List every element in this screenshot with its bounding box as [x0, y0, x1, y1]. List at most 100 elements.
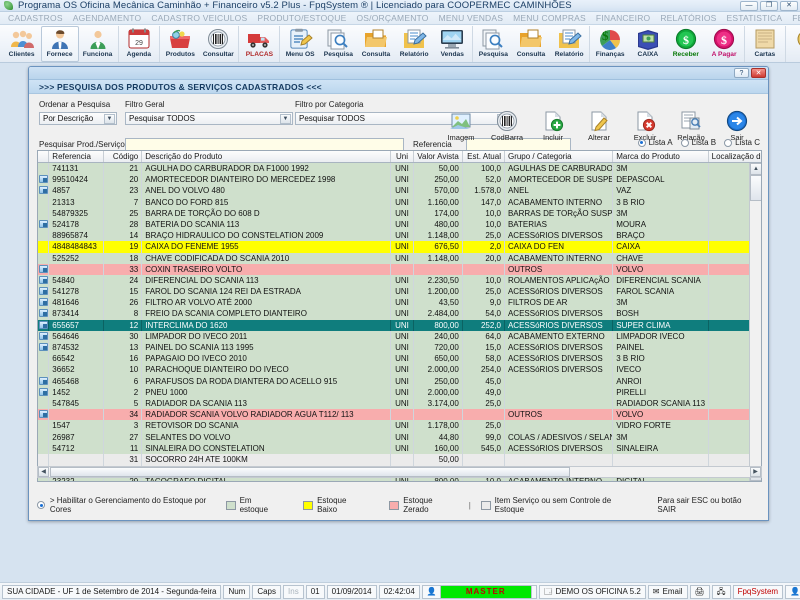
grid-column-header-0[interactable]	[38, 151, 49, 162]
table-row[interactable]: 54127815FAROL DO SCANIA 124 REI DA ESTRA…	[38, 286, 761, 297]
status-network-cell[interactable]: 🖧	[712, 585, 731, 599]
expand-icon[interactable]	[39, 332, 48, 340]
radio-dot[interactable]	[638, 139, 646, 147]
expand-icon[interactable]	[39, 186, 48, 194]
row-detail-icon[interactable]	[38, 331, 49, 342]
expand-icon[interactable]	[39, 343, 48, 351]
status-printer-cell[interactable]: 🖨	[690, 585, 710, 599]
table-row[interactable]: 213137BANCO DO FORD 815UNI1.160,00147,0A…	[38, 197, 761, 208]
menu-item-financeiro[interactable]: FINANCEIRO	[591, 13, 655, 23]
grid-column-header-3[interactable]: Descrição do Produto	[142, 151, 391, 162]
close-button[interactable]: ✕	[780, 1, 798, 11]
toolbar-button-agenda[interactable]: 29Agenda	[120, 26, 158, 62]
row-detail-icon[interactable]	[38, 308, 49, 319]
dialog-button-alterar[interactable]: Alterar	[576, 110, 622, 142]
grid-column-header-9[interactable]: Localização do P	[709, 151, 761, 162]
grid-column-header-1[interactable]: Referencia	[49, 151, 103, 162]
general-filter-combo[interactable]: Pesquisar TODOS ▼	[125, 112, 293, 125]
row-detail-icon[interactable]	[38, 376, 49, 387]
scroll-left-button[interactable]: ◀	[38, 467, 49, 477]
table-row[interactable]: 74113121AGULHA DO CARBURADOR DA F1000 19…	[38, 163, 761, 174]
grid-column-header-5[interactable]: Valor Avista	[414, 151, 463, 162]
toolbar-button-coin-icon[interactable]: $	[787, 26, 800, 62]
toolbar-button-a-pagar[interactable]: $A Pagar	[705, 26, 743, 62]
table-row[interactable]: 34RADIADOR SCANIA VOLVO RADIADOR AGUA T1…	[38, 409, 761, 420]
menu-item-menu-compras[interactable]: MENU COMPRAS	[508, 13, 591, 23]
expand-icon[interactable]	[39, 298, 48, 306]
menu-item-ferramentas[interactable]: FERRAMENTAS	[787, 13, 800, 23]
radio-lista-b[interactable]: Lista B	[681, 138, 716, 147]
minimize-button[interactable]: —	[740, 1, 758, 11]
row-detail-icon[interactable]	[38, 409, 49, 420]
radio-lista-c[interactable]: Lista C	[724, 138, 760, 147]
toolbar-button-funciona[interactable]: Funciona	[79, 26, 117, 62]
row-detail-icon[interactable]	[38, 320, 49, 331]
table-row[interactable]: 8896587414BRAÇO HIDRAULICO DO CONSTELATI…	[38, 230, 761, 241]
row-detail-icon[interactable]	[38, 174, 49, 185]
dialog-button-incluir[interactable]: Incluir	[530, 110, 576, 142]
horizontal-scroll-thumb[interactable]	[50, 467, 570, 477]
scroll-right-button[interactable]: ▶	[750, 467, 761, 477]
expand-icon[interactable]	[39, 309, 48, 317]
dialog-help-button[interactable]: ?	[734, 68, 749, 78]
menu-item-os-or-amento[interactable]: OS/ORÇAMENTO	[351, 13, 433, 23]
vertical-scroll-thumb[interactable]	[750, 175, 762, 201]
dialog-button-imagem[interactable]: Imagem	[438, 110, 484, 142]
enable-color-management-radio[interactable]	[37, 501, 45, 509]
row-detail-icon[interactable]	[38, 297, 49, 308]
expand-icon[interactable]	[39, 265, 48, 273]
table-row[interactable]: 65565712INTERCLIMA DO 1620UNI800,00252,0…	[38, 320, 761, 331]
table-row[interactable]: 485723ANEL DO VOLVO 480UNI570,001.578,0A…	[38, 185, 761, 196]
expand-icon[interactable]	[39, 388, 48, 396]
table-row[interactable]: 31SOCORRO 24H ATE 100KM50,00	[38, 454, 761, 465]
chevron-down-icon[interactable]: ▼	[104, 114, 115, 124]
grid-column-header-2[interactable]: Código	[104, 151, 143, 162]
table-row[interactable]: 15473RETOVISOR DO SCANIAUNI1.178,0025,0V…	[38, 420, 761, 431]
table-row[interactable]: 48164626FILTRO AR VOLVO ATÉ 2000UNI43,50…	[38, 297, 761, 308]
grid-column-header-6[interactable]: Est. Atual	[463, 151, 505, 162]
table-row[interactable]: 4654686PARAFUSOS DA RODA DIANTERA DO ACE…	[38, 376, 761, 387]
table-row[interactable]: 6654216PAPAGAIO DO IVECO 2010UNI650,0058…	[38, 353, 761, 364]
restore-button[interactable]: ❐	[760, 1, 778, 11]
expand-icon[interactable]	[39, 377, 48, 385]
toolbar-button-fornece[interactable]: Fornece	[41, 26, 79, 62]
table-row[interactable]: 2698727SELANTES DO VOLVOUNI44,8099,0COLA…	[38, 432, 761, 443]
order-combo[interactable]: Por Descrição ▼	[39, 112, 117, 125]
toolbar-button-consulta[interactable]: Consulta	[357, 26, 395, 62]
table-row[interactable]: 14522PNEU 1000UNI2.000,0049,0PIRELLI	[38, 387, 761, 398]
table-row[interactable]: 52417828BATERIA DO SCANIA 113UNI480,0010…	[38, 219, 761, 230]
toolbar-button-pesquisa[interactable]: Pesquisa	[474, 26, 512, 62]
menu-item-menu-vendas[interactable]: MENU VENDAS	[434, 13, 509, 23]
toolbar-button-relat-rio[interactable]: Relatório	[550, 26, 588, 62]
table-row[interactable]: 33COXIN TRASEIRO VOLTOOUTROSVOLVO	[38, 264, 761, 275]
table-row[interactable]: 8734148FREIO DA SCANIA COMPLETO DIANTEIR…	[38, 308, 761, 319]
row-detail-icon[interactable]	[38, 275, 49, 286]
table-row[interactable]: 5471211SINALEIRA DO CONSTELATIONUNI160,0…	[38, 443, 761, 454]
radio-dot[interactable]	[724, 139, 732, 147]
expand-icon[interactable]	[39, 175, 48, 183]
expand-icon[interactable]	[39, 220, 48, 228]
expand-icon[interactable]	[39, 410, 48, 418]
toolbar-button-produtos[interactable]: Produtos	[161, 26, 199, 62]
radio-dot[interactable]	[681, 139, 689, 147]
toolbar-button-clientes[interactable]: Clientes	[3, 26, 41, 62]
table-row[interactable]: 484848484319CAIXA DO FENEME 1955UNI676,5…	[38, 241, 761, 252]
toolbar-button-consultar[interactable]: Consultar	[199, 26, 237, 62]
grid-rows[interactable]: 74113121AGULHA DO CARBURADOR DA F1000 19…	[38, 163, 761, 482]
table-row[interactable]: 52525218CHAVE CODIFICADA DO SCANIA 2010U…	[38, 253, 761, 264]
table-row[interactable]: 9951042420AMORTECEDOR DIANTEIRO DO MERCE…	[38, 174, 761, 185]
menu-item-produto-estoque[interactable]: PRODUTO/ESTOQUE	[252, 13, 351, 23]
toolbar-button-finan-as[interactable]: $Finanças	[591, 26, 629, 62]
radio-lista-a[interactable]: Lista A	[638, 138, 673, 147]
products-grid[interactable]: ReferenciaCódigoDescrição do ProdutoUniV…	[37, 150, 762, 482]
dialog-close-button[interactable]: ✕	[751, 68, 766, 78]
menu-item-cadastros[interactable]: CADASTROS	[3, 13, 68, 23]
toolbar-button-pesquisa[interactable]: Pesquisa	[319, 26, 357, 62]
row-detail-icon[interactable]	[38, 286, 49, 297]
menu-item-cadastro-veiculos[interactable]: CADASTRO VEICULOS	[146, 13, 252, 23]
toolbar-button-receber[interactable]: $Receber	[667, 26, 705, 62]
table-row[interactable]: 5487932525BARRA DE TORÇÃO DO 608 DUNI174…	[38, 208, 761, 219]
expand-icon[interactable]	[39, 276, 48, 284]
menu-item-relat-rios[interactable]: RELATÓRIOS	[655, 13, 721, 23]
chevron-down-icon[interactable]: ▼	[280, 114, 291, 124]
